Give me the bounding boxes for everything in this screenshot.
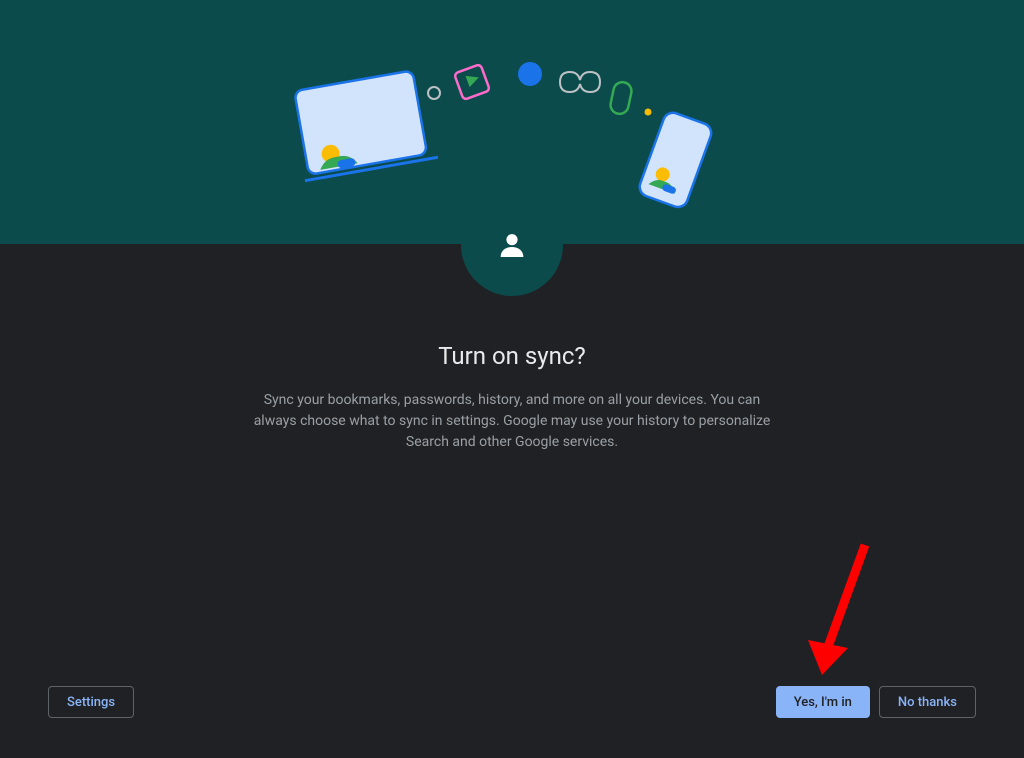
- person-icon: [496, 229, 528, 261]
- no-thanks-button[interactable]: No thanks: [879, 686, 976, 718]
- arrow-annotation-icon: [800, 540, 880, 690]
- devices-sync-illustration: [282, 60, 742, 210]
- sync-heading: Turn on sync?: [20, 342, 1004, 370]
- settings-button[interactable]: Settings: [48, 686, 134, 718]
- yes-im-in-button[interactable]: Yes, I'm in: [776, 686, 870, 718]
- sync-description: Sync your bookmarks, passwords, history,…: [252, 390, 772, 453]
- dialog-footer: Settings Yes, I'm in No thanks: [0, 686, 1024, 718]
- footer-right-group: Yes, I'm in No thanks: [776, 686, 976, 718]
- profile-avatar: [461, 194, 563, 296]
- sync-content: Turn on sync? Sync your bookmarks, passw…: [0, 342, 1024, 453]
